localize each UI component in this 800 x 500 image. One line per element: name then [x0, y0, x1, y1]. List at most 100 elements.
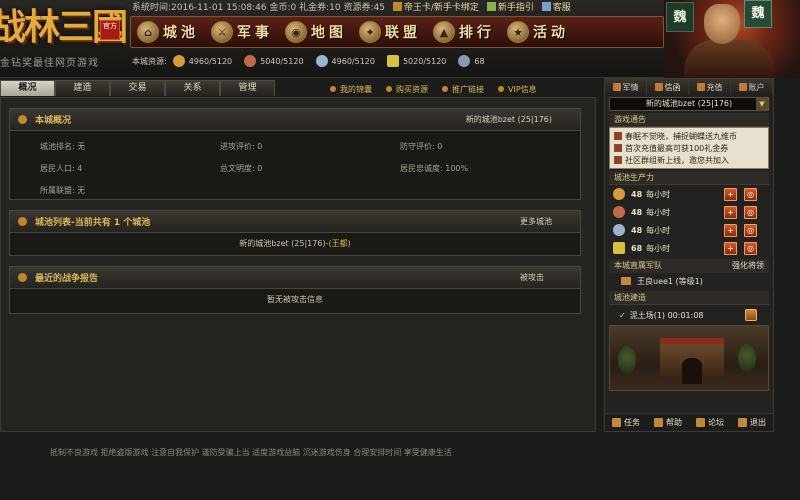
info-button[interactable]: ◎ — [744, 241, 757, 255]
overview-row: 居民人口: 4 总文明度: 0 居民忠诚度: 100% — [40, 163, 469, 173]
troop-item[interactable]: 王良uee1 (等级1) — [609, 273, 769, 289]
sidebar-tab-recharge[interactable]: 充值 — [689, 79, 731, 95]
hammer-icon[interactable] — [745, 309, 757, 321]
bullet-icon — [386, 86, 392, 92]
city-coordinates: 新的城池bzet (25|176) — [465, 115, 552, 124]
iron-icon — [613, 242, 625, 254]
quick-links: 我的锦囊 购买资源 推广链接 VIP信息 — [330, 82, 600, 96]
attacked-filter[interactable]: 被攻击 — [520, 272, 544, 283]
sidebar-tab-intel[interactable]: 军情 — [605, 79, 647, 95]
troops-section: 本城直属军队 强化将领 王良uee1 (等级1) — [609, 259, 769, 289]
info-button[interactable]: ◎ — [744, 223, 757, 237]
boost-button[interactable]: + — [724, 187, 737, 201]
bullet-icon — [18, 115, 27, 124]
notice-icon — [614, 132, 622, 140]
tasks-button[interactable]: 任务 — [612, 417, 640, 428]
bullet-icon — [330, 86, 336, 92]
city-list-item[interactable]: 新的城池bzet (25|176)-(王都) — [10, 233, 580, 255]
nav-events[interactable]: ★ 活动 — [507, 21, 569, 43]
my-bag-link[interactable]: 我的锦囊 — [330, 84, 372, 95]
nav-military[interactable]: ⚔ 军事 — [211, 21, 273, 43]
sword-icon: ⚔ — [211, 21, 233, 43]
bullet-icon — [18, 217, 27, 226]
info-button[interactable]: ◎ — [744, 187, 757, 201]
bullet-icon — [442, 86, 448, 92]
account-icon — [738, 83, 747, 91]
bind-card-link[interactable]: 帝王卡/新手卡绑定 — [404, 3, 479, 13]
city-selector[interactable]: 新的城池bzet (25|176) ▼ — [609, 97, 769, 111]
resource-wood: 5040/5120 — [244, 55, 304, 67]
buy-resources-link[interactable]: 购买资源 — [386, 84, 428, 95]
alliance-icon: ✦ — [359, 21, 381, 43]
newbie-guide-link[interactable]: 新手指引 — [498, 3, 534, 13]
notice-item[interactable]: 首次充值最高可获100礼金券 — [614, 142, 764, 154]
build-title: 城池建造 — [609, 291, 769, 305]
gold-count: 金币:0 — [269, 3, 297, 13]
help-button[interactable]: 帮助 — [654, 417, 682, 428]
support-link[interactable]: 客服 — [553, 3, 571, 13]
city-list-panel: 城池列表-当前共有 1 个城池 更多城池 新的城池bzet (25|176)-(… — [9, 210, 581, 256]
production-row: 48 每小时 + ◎ — [609, 221, 769, 239]
task-icon — [612, 418, 621, 427]
logo-seal: 官方 — [100, 20, 120, 40]
forum-button[interactable]: 论坛 — [696, 417, 724, 428]
stone-icon — [315, 55, 328, 67]
wood-icon — [244, 55, 257, 67]
nav-ranking[interactable]: ▲ 排行 — [433, 21, 495, 43]
nav-map[interactable]: ◉ 地图 — [285, 21, 347, 43]
strengthen-general-link[interactable]: 强化将领 — [732, 259, 764, 273]
notice-item[interactable]: 春眠不觉晓，捕捉蝴蝶送九维币 — [614, 130, 764, 142]
boost-button[interactable]: + — [724, 205, 737, 219]
notice-title: 游戏通告 — [609, 113, 769, 127]
event-icon: ★ — [507, 21, 529, 43]
help-icon — [654, 418, 663, 427]
ranking-icon: ▲ — [433, 21, 455, 43]
logout-icon — [738, 418, 747, 427]
mail-icon — [654, 83, 663, 91]
more-cities-link[interactable]: 更多城池 — [520, 216, 552, 227]
forum-icon — [696, 418, 705, 427]
chevron-down-icon[interactable]: ▼ — [756, 98, 768, 110]
nav-alliance[interactable]: ✦ 联盟 — [359, 21, 421, 43]
info-button[interactable]: ◎ — [744, 205, 757, 219]
main-nav: ⌂ 城池 ⚔ 军事 ◉ 地图 ✦ 联盟 ▲ 排行 ★ 活动 — [130, 16, 664, 48]
guide-icon — [486, 2, 496, 11]
resource-coupon-count: 资源券:45 — [343, 3, 386, 13]
tab-manage[interactable]: 管理 — [220, 80, 275, 96]
empty-report-text: 暂无被攻击信息 — [267, 295, 323, 304]
city-icon: ⌂ — [137, 21, 159, 43]
tab-relations[interactable]: 关系 — [165, 80, 220, 96]
production-row: 48 每小时 + ◎ — [609, 185, 769, 203]
logout-button[interactable]: 退出 — [738, 417, 766, 428]
resource-iron: 5020/5120 — [386, 55, 446, 67]
boost-button[interactable]: + — [724, 241, 737, 255]
gift-coupon-count: 礼金券:10 — [299, 3, 341, 13]
bullet-icon — [18, 273, 27, 282]
check-icon: ✓ — [619, 310, 626, 320]
resource-stone: 4960/5120 — [315, 55, 375, 67]
sidebar-tab-account[interactable]: 账户 — [731, 79, 773, 95]
card-icon — [392, 2, 402, 11]
vip-info-link[interactable]: VIP信息 — [498, 84, 537, 95]
tab-trade[interactable]: 交易 — [110, 80, 165, 96]
boost-button[interactable]: + — [724, 223, 737, 237]
notice-item[interactable]: 社区群组新上线，邀您共加入 — [614, 154, 764, 166]
overview-row: 所属联盟: 无 — [40, 185, 86, 195]
tab-overview[interactable]: 概况 — [0, 80, 55, 96]
city-overview-panel: 本城概况 新的城池bzet (25|176) 城池排名: 无进攻评价: 0 防守评… — [9, 108, 581, 200]
promo-link[interactable]: 推广链接 — [442, 84, 484, 95]
sidebar-footer: 任务 帮助 论坛 退出 — [605, 413, 773, 431]
food-icon — [172, 55, 185, 67]
sidebar-tab-mail[interactable]: 信函 — [647, 79, 689, 95]
sidebar: 军情 信函 充值 账户 新的城池bzet (25|176) ▼ 游戏通告 春眠不… — [604, 78, 774, 432]
panel-title: 最近的战争报告 — [35, 274, 99, 284]
sidebar-tabs: 军情 信函 充值 账户 — [605, 79, 773, 95]
resource-food: 4960/5120 — [172, 55, 232, 67]
notice-section: 游戏通告 春眠不觉晓，捕捉蝴蝶送九维币 首次充值最高可获100礼金券 社区群组新… — [609, 113, 769, 169]
nav-city[interactable]: ⌂ 城池 — [137, 21, 199, 43]
notice-list: 春眠不觉晓，捕捉蝴蝶送九维币 首次充值最高可获100礼金券 社区群组新上线，邀您… — [609, 127, 769, 169]
city-scene-image — [609, 325, 769, 391]
panel-title: 城池列表-当前共有 1 个城池 — [35, 218, 151, 228]
map-icon: ◉ — [285, 21, 307, 43]
tab-build[interactable]: 建造 — [55, 80, 110, 96]
